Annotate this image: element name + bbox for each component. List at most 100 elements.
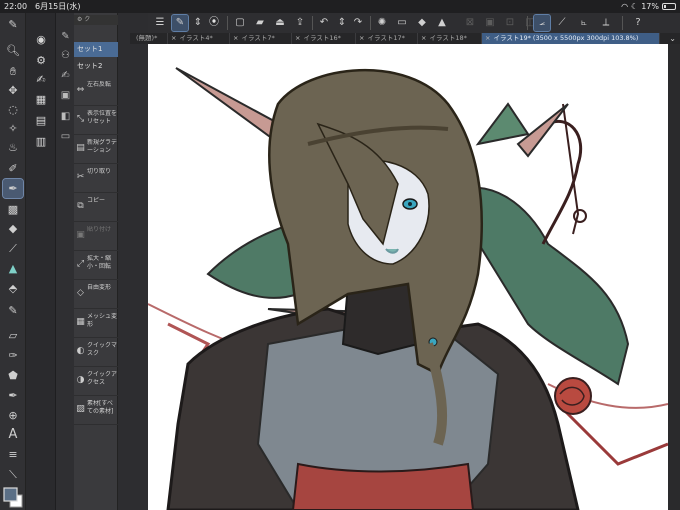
close-icon[interactable]: × (171, 34, 176, 42)
chevron-down-icon[interactable]: ⌄ (669, 33, 676, 44)
command-bar: ☰ ✎ ⇕ ⦿ ▢ ▰ ⏏ ⇪ ↶ ⇕ ↷ ✺ ▭ ◆ ▲ ⊠ ▣ ⊡ ◫ ⦟ … (148, 13, 680, 33)
deselect-icon[interactable]: ⊠ (462, 15, 478, 31)
command-palette: ⚙︎ ク セット1 セット2 ⇔ 左右反転 ⤡ 表示位置をリセット ▤ 新規グラデーション… (74, 13, 118, 510)
select-mask-icon[interactable]: ▣ (482, 15, 498, 31)
pen-small-icon[interactable]: ✎ (3, 15, 23, 34)
tab-7-active[interactable]: × イラスト19* (3500 x 5500px 300dpi 103.8%) (482, 33, 660, 44)
invert-icon[interactable]: ▲ (434, 15, 450, 31)
tab-4[interactable]: × イラスト16* (292, 33, 356, 44)
palette-item[interactable]: ▤ 新規グラデーション (74, 136, 118, 164)
share-icon[interactable]: ⇪ (292, 15, 308, 31)
camera-icon[interactable]: ⦿ (206, 15, 222, 31)
sub-tool-brush-icon[interactable]: ✍︎ (31, 71, 51, 89)
close-icon[interactable]: × (295, 34, 300, 42)
ruler-tool-icon[interactable]: ▱ (3, 326, 23, 345)
sub-tool-material-icon[interactable]: ▥ (31, 133, 51, 151)
new-canvas-icon[interactable]: ▢ (232, 15, 248, 31)
hand-tool-icon[interactable]: ✋︎ (3, 62, 23, 81)
line-tool-icon[interactable]: ⟍ (3, 465, 23, 484)
palette-pen-icon[interactable]: ✎ (59, 31, 72, 45)
palette-item[interactable]: ⤢ 拡大・縮小・回転 (74, 252, 118, 280)
drawing-mode-icon[interactable]: ✎ (171, 14, 189, 32)
dropper-fill-icon[interactable]: ♨ (3, 138, 23, 157)
close-icon[interactable]: × (359, 34, 364, 42)
history-updown-icon[interactable]: ⇕ (334, 15, 350, 31)
brush-tool-icon[interactable]: ✒ (2, 178, 24, 199)
help-icon[interactable]: ? (630, 15, 646, 31)
palette-item-label: クイックマスク (87, 342, 118, 357)
palette-item[interactable]: ◐ クイックマスク (74, 339, 118, 367)
save-icon[interactable]: ⏏ (272, 15, 288, 31)
sub-tool-navigator-icon[interactable]: ▤ (31, 112, 51, 130)
open-folder-icon[interactable]: ▰ (252, 15, 268, 31)
tab-3[interactable]: × イラスト7* (230, 33, 292, 44)
undo-icon[interactable]: ↶ (316, 15, 332, 31)
palette-set-1[interactable]: セット1 (74, 42, 118, 57)
close-icon[interactable]: × (233, 34, 238, 42)
pen-tool-icon[interactable]: ✐ (3, 159, 23, 178)
palette-brush-icon[interactable]: ✍︎ (59, 70, 72, 84)
palette-item[interactable]: ⇔ 左右反転 (74, 78, 118, 106)
palette-item[interactable]: ▦ メッシュ変形 (74, 310, 118, 338)
tab-2[interactable]: × イラスト4* (168, 33, 230, 44)
tab-5[interactable]: × イラスト17* (356, 33, 418, 44)
eyedropper-icon[interactable]: ⟋ (3, 239, 23, 258)
palette-tile-icon[interactable]: ▭ (59, 131, 72, 145)
palette-item[interactable]: ⧉ コピー (74, 194, 118, 222)
loading-icon[interactable]: ✺ (374, 15, 390, 31)
palette-item[interactable]: ◇ 自由変形 (74, 281, 118, 309)
pen-nib-icon[interactable]: ✒ (3, 386, 23, 405)
sub-tool-settings-icon[interactable]: ⚙︎ (31, 52, 51, 70)
bucket-tool-icon[interactable]: ⬘ (3, 279, 23, 298)
palette-item[interactable]: ◑ クイックアクセス (74, 368, 118, 396)
figure-tool-icon[interactable]: ⬟ (3, 366, 23, 385)
canvas-margin (668, 44, 680, 510)
paste-icon: ▣ (76, 230, 85, 240)
palette-item[interactable]: ✂ 切り取り (74, 165, 118, 193)
moon-icon: ☾ (631, 2, 639, 11)
frame-tool-icon[interactable]: ≡ (3, 445, 23, 464)
sub-tool-layer-icon[interactable]: ▦ (31, 91, 51, 109)
crop-icon[interactable]: ⊡ (502, 15, 518, 31)
clear-icon[interactable]: ▭ (394, 15, 410, 31)
tab-6[interactable]: × イラスト18* (418, 33, 482, 44)
pattern-tool-icon[interactable]: ▩ (3, 200, 23, 219)
reference-icon[interactable]: ⟂ (598, 15, 614, 31)
color-swatch-icon[interactable] (3, 487, 23, 509)
close-icon[interactable]: × (421, 34, 426, 42)
fill-icon[interactable]: ◆ (414, 15, 430, 31)
ruler-snap-icon[interactable]: ⦟ (533, 14, 551, 32)
zoom-tool-icon[interactable]: 🔍︎ (3, 41, 23, 60)
palette-stamp-icon[interactable]: ⚇ (59, 50, 72, 64)
sub-tool-circle-icon[interactable]: ◉ (31, 31, 51, 49)
close-icon[interactable]: × (485, 34, 490, 42)
eraser-tool-icon[interactable]: ◆ (3, 219, 23, 238)
up-down-icon[interactable]: ⇕ (190, 15, 206, 31)
tab-1[interactable]: (無題)* (130, 33, 168, 44)
status-right: ◠ ☾ 17% (621, 0, 676, 13)
palette-item-label: 貼り付け (87, 226, 112, 233)
panel-divider (118, 13, 148, 510)
flip-icon: ⇔ (76, 85, 85, 95)
magic-wand-icon[interactable]: ✧ (3, 119, 23, 138)
lasso-tool-icon[interactable]: ◌ (3, 100, 23, 119)
blend-tool-icon[interactable]: ✎ (3, 301, 23, 320)
move-tool-icon[interactable]: ✥ (3, 81, 23, 100)
palette-item[interactable]: ▣ 貼り付け (74, 223, 118, 251)
palette-set-2[interactable]: セット2 (74, 59, 118, 74)
snap-grid-icon[interactable]: ⦜ (576, 15, 592, 31)
palette-item[interactable]: ▨ 素材[すべての素材] (74, 397, 118, 425)
palette-item[interactable]: ⤡ 表示位置をリセット (74, 107, 118, 135)
redo-icon[interactable]: ↷ (350, 15, 366, 31)
vector-pen-icon[interactable]: ✑ (3, 346, 23, 365)
copy-icon: ⧉ (77, 201, 84, 211)
palette-layer-icon[interactable]: ▣ (59, 90, 72, 104)
drawing-canvas[interactable] (148, 44, 668, 510)
palette-item-label: 表示位置をリセット (87, 110, 118, 125)
search-tool-icon[interactable]: ⊕ (3, 406, 23, 425)
snap-special-icon[interactable]: ⟋ (554, 15, 570, 31)
menu-icon[interactable]: ☰ (152, 15, 168, 31)
palette-view-icon[interactable]: ◧ (59, 111, 72, 125)
text-tool-icon[interactable]: A (3, 425, 23, 444)
fill-tool-icon[interactable]: ▲ (3, 259, 23, 278)
